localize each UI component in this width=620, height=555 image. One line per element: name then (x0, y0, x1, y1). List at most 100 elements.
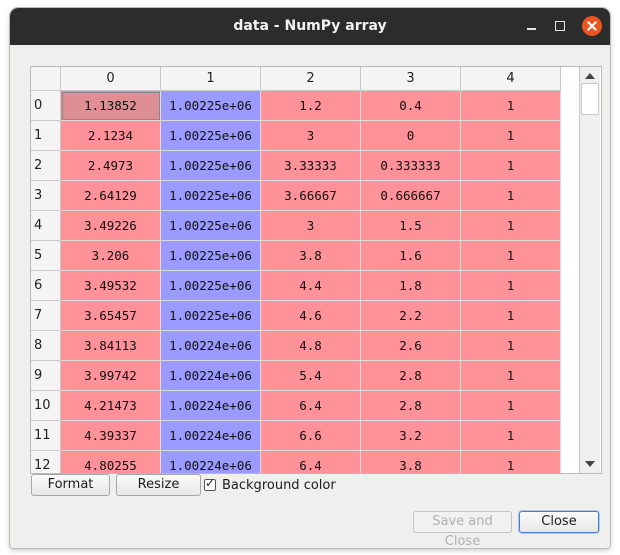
scroll-down-arrow-icon[interactable] (585, 461, 595, 467)
table-cell[interactable]: 3.66667 (261, 181, 361, 211)
scrollbar-thumb[interactable] (581, 83, 599, 115)
table-cell[interactable]: 5.4 (261, 361, 361, 391)
background-color-toggle[interactable]: ✓ Background color (204, 476, 336, 493)
table-cell[interactable]: 2.4973 (61, 151, 161, 181)
row-header[interactable]: 7 (31, 301, 61, 331)
table-cell[interactable]: 6.4 (261, 451, 361, 473)
table-cell[interactable]: 2.64129 (61, 181, 161, 211)
table-cell[interactable]: 1.00225e+06 (161, 121, 261, 151)
table-cell[interactable]: 3 (261, 121, 361, 151)
row-header[interactable]: 1 (31, 121, 61, 151)
table-cell[interactable]: 1.8 (361, 271, 461, 301)
table-cell[interactable]: 4.8 (261, 331, 361, 361)
row-header[interactable]: 3 (31, 181, 61, 211)
table-cell[interactable]: 1.5 (361, 211, 461, 241)
row-header[interactable]: 5 (31, 241, 61, 271)
table-cell[interactable]: 1.00225e+06 (161, 181, 261, 211)
table-cell[interactable]: 1 (461, 91, 561, 121)
column-header[interactable]: 3 (361, 67, 461, 91)
row-headers: 0 1 2 3 4 5 6 7 8 9 10 11 12 (31, 91, 61, 473)
table-cell[interactable]: 1 (461, 421, 561, 451)
column-header[interactable]: 0 (61, 67, 161, 91)
table-cell[interactable]: 1.13852 (61, 91, 161, 121)
table-cell[interactable]: 0.666667 (361, 181, 461, 211)
table-cell[interactable]: 1 (461, 151, 561, 181)
maximize-icon[interactable] (550, 16, 570, 36)
table-cell[interactable]: 2.1234 (61, 121, 161, 151)
table-cell[interactable]: 1 (461, 391, 561, 421)
table-cell[interactable]: 1 (461, 241, 561, 271)
format-button[interactable]: Format (31, 474, 110, 496)
table-cell[interactable]: 4.39337 (61, 421, 161, 451)
table-cell[interactable]: 3.84113 (61, 331, 161, 361)
table-cell[interactable]: 4.21473 (61, 391, 161, 421)
table-cell[interactable]: 0.4 (361, 91, 461, 121)
row-header[interactable]: 11 (31, 421, 61, 451)
table-cell[interactable]: 3.99742 (61, 361, 161, 391)
table-cell[interactable]: 1 (461, 211, 561, 241)
table-cell[interactable]: 2.6 (361, 331, 461, 361)
table-cell[interactable]: 1.2 (261, 91, 361, 121)
array-table[interactable]: 01234 0 1 2 3 4 5 6 7 8 9 10 11 12 1.13852 1.00225e+0… (30, 66, 602, 474)
table-cell[interactable]: 4.80255 (61, 451, 161, 473)
table-cell[interactable]: 1 (461, 301, 561, 331)
table-cell[interactable]: 3 (261, 211, 361, 241)
row-header[interactable]: 2 (31, 151, 61, 181)
table-cell[interactable]: 3.49532 (61, 271, 161, 301)
table-cell[interactable]: 4.4 (261, 271, 361, 301)
row-header[interactable]: 4 (31, 211, 61, 241)
table-cell[interactable]: 1.00225e+06 (161, 151, 261, 181)
table-cell[interactable]: 1.00225e+06 (161, 211, 261, 241)
row-header[interactable]: 10 (31, 391, 61, 421)
table-cell[interactable]: 1.00224e+06 (161, 361, 261, 391)
table-cell[interactable]: 4.6 (261, 301, 361, 331)
table-cell[interactable]: 0.333333 (361, 151, 461, 181)
close-window-icon[interactable] (582, 16, 602, 36)
table-cell[interactable]: 1.00224e+06 (161, 391, 261, 421)
table-cell[interactable]: 1.00225e+06 (161, 241, 261, 271)
column-header[interactable]: 1 (161, 67, 261, 91)
table-cell[interactable]: 2.8 (361, 361, 461, 391)
table-cell[interactable]: 3.2 (361, 421, 461, 451)
table-cell[interactable]: 2.8 (361, 391, 461, 421)
table-cell[interactable]: 3.8 (361, 451, 461, 473)
table-cell[interactable]: 1.00225e+06 (161, 91, 261, 121)
table-cell[interactable]: 1 (461, 271, 561, 301)
table-cell[interactable]: 1.00224e+06 (161, 451, 261, 473)
table-cell[interactable]: 1 (461, 451, 561, 473)
row-header[interactable]: 8 (31, 331, 61, 361)
background-color-checkbox[interactable]: ✓ (204, 476, 216, 491)
table-cell[interactable]: 3.49226 (61, 211, 161, 241)
table-cell[interactable]: 6.4 (261, 391, 361, 421)
table-cell[interactable]: 0 (361, 121, 461, 151)
column-header[interactable]: 4 (461, 67, 561, 91)
close-button[interactable]: Close (519, 511, 599, 533)
table-cell[interactable]: 1.00225e+06 (161, 271, 261, 301)
table-cell[interactable]: 1 (461, 121, 561, 151)
table-cell[interactable]: 1.00224e+06 (161, 331, 261, 361)
resize-button[interactable]: Resize (116, 474, 201, 496)
title-bar[interactable]: data - NumPy array (10, 8, 610, 45)
table-cell[interactable]: 3.8 (261, 241, 361, 271)
row-header[interactable]: 6 (31, 271, 61, 301)
table-cell[interactable]: 1.00225e+06 (161, 301, 261, 331)
save-and-close-button[interactable]: Save and Close (413, 511, 512, 548)
table-cell[interactable]: 1.6 (361, 241, 461, 271)
table-cell[interactable]: 3.33333 (261, 151, 361, 181)
vertical-scrollbar[interactable] (579, 67, 600, 473)
table-cell[interactable]: 1.00224e+06 (161, 421, 261, 451)
row-header[interactable]: 9 (31, 361, 61, 391)
table-cell[interactable]: 1 (461, 181, 561, 211)
table-cell[interactable]: 1 (461, 331, 561, 361)
table-grid[interactable]: 1.13852 1.00225e+06 1.2 0.4 1 2.1234 1.00225e+… (61, 91, 561, 473)
table-cell[interactable]: 2.2 (361, 301, 461, 331)
minimize-icon[interactable] (522, 16, 542, 36)
row-header[interactable]: 0 (31, 91, 61, 121)
table-cell[interactable]: 3.65457 (61, 301, 161, 331)
table-cell[interactable]: 3.206 (61, 241, 161, 271)
table-cell[interactable]: 1 (461, 361, 561, 391)
scroll-up-arrow-icon[interactable] (585, 73, 595, 79)
column-header[interactable]: 2 (261, 67, 361, 91)
row-header[interactable]: 12 (31, 451, 61, 473)
table-cell[interactable]: 6.6 (261, 421, 361, 451)
